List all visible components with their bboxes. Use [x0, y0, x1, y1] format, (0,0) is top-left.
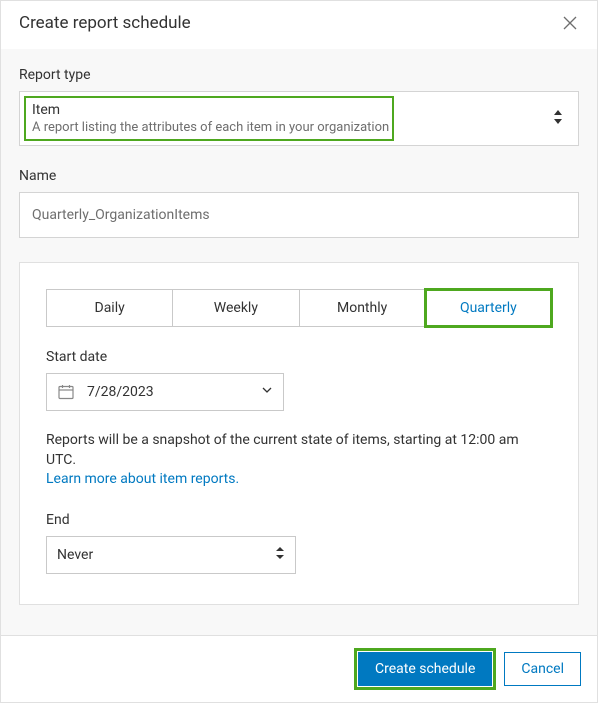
dialog-title: Create report schedule — [19, 13, 191, 33]
frequency-tabs: Daily Weekly Monthly Quarterly — [46, 289, 552, 327]
create-report-schedule-dialog: Create report schedule Report type Item … — [0, 0, 598, 703]
end-select[interactable]: Never — [46, 536, 296, 574]
close-button[interactable] — [561, 14, 579, 32]
start-date-field: Start date 7/28/2023 — [46, 349, 552, 411]
tab-label: Quarterly — [460, 300, 517, 316]
tab-label: Monthly — [337, 300, 387, 316]
report-type-selected-title: Item — [32, 102, 538, 118]
info-text: Reports will be a snapshot of the curren… — [46, 431, 552, 490]
start-date-value: 7/28/2023 — [87, 384, 249, 400]
end-value: Never — [57, 547, 93, 563]
tab-weekly[interactable]: Weekly — [173, 290, 299, 326]
schedule-card: Daily Weekly Monthly Quarterly Start dat… — [19, 262, 579, 605]
dialog-header: Create report schedule — [1, 1, 597, 49]
dialog-body: Report type Item A report listing the at… — [1, 49, 597, 635]
report-type-select[interactable]: Item A report listing the attributes of … — [19, 91, 579, 146]
cancel-button[interactable]: Cancel — [504, 652, 581, 686]
start-date-input[interactable]: 7/28/2023 — [46, 373, 284, 411]
calendar-icon — [57, 383, 75, 401]
learn-more-link[interactable]: Learn more about item reports. — [46, 471, 239, 487]
start-date-label: Start date — [46, 349, 552, 365]
end-label: End — [46, 512, 552, 528]
name-input[interactable]: Quarterly_OrganizationItems — [19, 192, 579, 238]
dialog-footer: Create schedule Cancel — [1, 635, 597, 702]
tab-monthly[interactable]: Monthly — [300, 290, 426, 326]
button-label: Create schedule — [375, 661, 475, 677]
sort-icon — [275, 546, 285, 564]
name-label: Name — [19, 168, 579, 184]
report-type-selected-description: A report listing the attributes of each … — [32, 120, 538, 135]
tab-label: Weekly — [214, 300, 258, 316]
create-schedule-button[interactable]: Create schedule — [358, 652, 492, 686]
close-icon — [562, 15, 578, 31]
button-label: Cancel — [521, 661, 564, 677]
name-input-value: Quarterly_OrganizationItems — [32, 207, 210, 223]
report-type-label: Report type — [19, 67, 579, 83]
sort-icon — [552, 109, 564, 129]
tab-label: Daily — [95, 300, 125, 316]
tab-daily[interactable]: Daily — [47, 290, 173, 326]
end-field: End Never — [46, 512, 552, 574]
tab-quarterly[interactable]: Quarterly — [426, 290, 551, 326]
chevron-down-icon — [261, 384, 273, 400]
info-sentence: Reports will be a snapshot of the curren… — [46, 432, 519, 468]
